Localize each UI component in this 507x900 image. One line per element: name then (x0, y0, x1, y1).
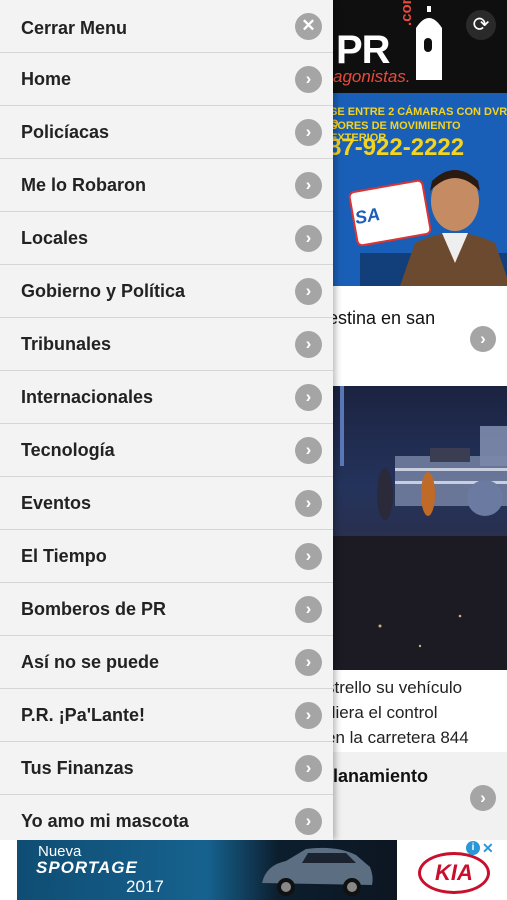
drawer-scrim[interactable] (333, 0, 507, 840)
kia-logo: KIA (418, 852, 490, 894)
menu-item[interactable]: Bomberos de PR › (0, 583, 333, 636)
menu-item[interactable]: Así no se puede › (0, 636, 333, 689)
menu-item[interactable]: Tribunales › (0, 318, 333, 371)
menu-item-label: Tecnología (21, 440, 115, 460)
chevron-right-icon[interactable]: › (295, 437, 322, 464)
chevron-right-icon[interactable]: › (295, 119, 322, 146)
chevron-right-icon[interactable]: › (295, 66, 322, 93)
menu-item-label: Home (21, 69, 72, 89)
ad-close-icon[interactable]: ✕ (482, 840, 494, 857)
menu-item-label: Internacionales (21, 387, 154, 407)
menu-item-label: Tribunales (21, 334, 112, 354)
menu-item-label: Así no se puede (21, 652, 160, 672)
menu-item[interactable]: Me lo Robaron › (0, 159, 333, 212)
menu-close-item[interactable]: Cerrar Menu ✕ (0, 0, 333, 53)
menu-item-label: Tus Finanzas (21, 758, 134, 778)
menu-item[interactable]: Policíacas › (0, 106, 333, 159)
ad-year-text: 2017 (126, 877, 164, 896)
menu-item-label: Yo amo mi mascota (21, 811, 189, 831)
menu-item[interactable]: Eventos › (0, 477, 333, 530)
menu-item[interactable]: P.R. ¡Pa'Lante! › (0, 689, 333, 742)
chevron-right-icon[interactable]: › (295, 225, 322, 252)
chevron-right-icon[interactable]: › (295, 172, 322, 199)
chevron-right-icon[interactable]: › (295, 596, 322, 623)
close-icon[interactable]: ✕ (295, 13, 322, 40)
ad-info-icon[interactable]: i (466, 841, 480, 855)
side-menu-drawer: Cerrar Menu ✕ Home › Policíacas › Me lo Roba… (0, 0, 333, 840)
chevron-right-icon[interactable]: › (295, 331, 322, 358)
chevron-right-icon[interactable]: › (295, 278, 322, 305)
chevron-right-icon[interactable]: › (295, 808, 322, 835)
menu-list: Home › Policíacas › Me lo Robaron › Locales › Go… (0, 53, 333, 840)
menu-item[interactable]: Locales › (0, 212, 333, 265)
menu-item-label: Bomberos de PR (21, 599, 167, 619)
car-image (262, 847, 373, 896)
ad-model-text: SPORTAGE (36, 858, 138, 877)
chevron-right-icon[interactable]: › (295, 755, 322, 782)
menu-item[interactable]: Tecnología › (0, 424, 333, 477)
menu-item-label: Policíacas (21, 122, 110, 142)
menu-close-label: Cerrar Menu (21, 18, 128, 38)
menu-item[interactable]: Gobierno y Política › (0, 265, 333, 318)
chevron-right-icon[interactable]: › (295, 702, 322, 729)
menu-item[interactable]: Yo amo mi mascota › (0, 795, 333, 840)
chevron-right-icon[interactable]: › (295, 490, 322, 517)
chevron-right-icon[interactable]: › (295, 384, 322, 411)
menu-item-label: Eventos (21, 493, 92, 513)
chevron-right-icon[interactable]: › (295, 543, 322, 570)
menu-item[interactable]: El Tiempo › (0, 530, 333, 583)
menu-item-label: P.R. ¡Pa'Lante! (21, 705, 145, 725)
menu-item-label: Locales (21, 228, 89, 248)
menu-item[interactable]: Home › (0, 53, 333, 106)
menu-item-label: Gobierno y Política (21, 281, 186, 301)
chevron-right-icon[interactable]: › (295, 649, 322, 676)
menu-item-label: El Tiempo (21, 546, 107, 566)
menu-item[interactable]: Tus Finanzas › (0, 742, 333, 795)
menu-item-label: Me lo Robaron (21, 175, 146, 195)
menu-item[interactable]: Internacionales › (0, 371, 333, 424)
